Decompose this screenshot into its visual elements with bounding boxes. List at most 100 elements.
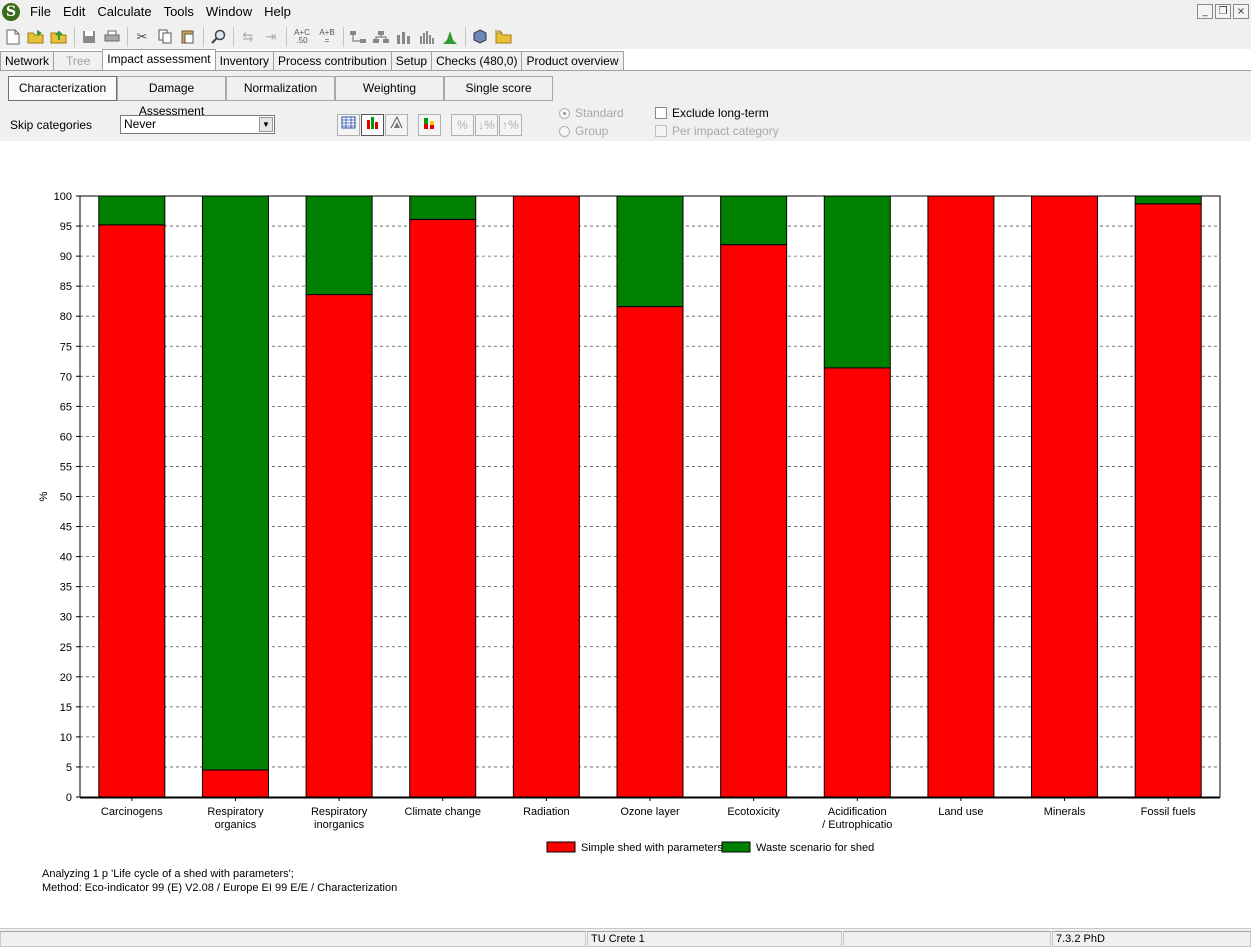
analyze-icon[interactable]: ⇥ xyxy=(260,26,282,48)
tab-impact-assessment[interactable]: Impact assessment xyxy=(102,49,216,71)
legend-label: Waste scenario for shed xyxy=(756,842,874,854)
x-tick-label: Fossil fuels xyxy=(1141,806,1197,818)
y-tick-label: 75 xyxy=(60,341,72,353)
radio-group-circle[interactable] xyxy=(559,125,570,137)
table-view-icon[interactable] xyxy=(337,114,360,136)
stacked-chart-icon[interactable] xyxy=(418,114,441,136)
menu-tools[interactable]: Tools xyxy=(158,0,200,24)
bar-simple-shed xyxy=(720,244,788,798)
percent-icon[interactable]: % xyxy=(451,114,474,136)
toolbar-separator xyxy=(233,26,234,47)
subtab-damage-assessment[interactable]: Damage Assessment xyxy=(117,76,226,118)
y-tick-label: 90 xyxy=(60,251,72,263)
menu-edit[interactable]: Edit xyxy=(57,0,91,24)
status-bar: TU Crete 1 7.3.2 PhD xyxy=(0,928,1251,947)
legend-label: Simple shed with parameters xyxy=(581,842,723,854)
y-tick-label: 50 xyxy=(60,492,72,504)
tab-setup[interactable]: Setup xyxy=(390,51,433,71)
y-tick-label: 40 xyxy=(60,552,72,564)
window-controls: _ ❐ × xyxy=(1197,4,1249,19)
y-tick-label: 30 xyxy=(60,612,72,624)
x-tick-label: Respiratory inorganics xyxy=(311,806,368,831)
bar-chart-view-icon[interactable] xyxy=(361,114,384,136)
y-tick-label: 35 xyxy=(60,582,72,594)
tab-checks[interactable]: Checks (480,0) xyxy=(431,51,523,71)
network-icon[interactable] xyxy=(347,26,369,48)
toolbar-separator xyxy=(74,26,75,47)
toolbar-separator xyxy=(286,26,287,47)
cut-icon[interactable]: ✂ xyxy=(131,26,153,48)
per-impact-category-checkbox[interactable] xyxy=(655,125,667,137)
bar-simple-shed xyxy=(305,294,373,798)
library-icon[interactable] xyxy=(469,26,491,48)
dropdown-arrow-icon[interactable]: ▼ xyxy=(259,117,273,132)
bar-simple-shed xyxy=(201,769,269,798)
subtab-characterization[interactable]: Characterization xyxy=(8,76,117,101)
per-impact-category-option[interactable]: Per impact category xyxy=(655,124,779,138)
assessment-subtabs: Characterization Damage Assessment Norma… xyxy=(8,76,553,118)
exclude-long-term-option[interactable]: Exclude long-term xyxy=(655,106,769,120)
minimize-button[interactable]: _ xyxy=(1197,4,1213,19)
y-tick-label: 55 xyxy=(60,461,72,473)
x-tick-label: Radiation xyxy=(523,806,569,818)
y-tick-label: 85 xyxy=(60,281,72,293)
menu-calculate[interactable]: Calculate xyxy=(91,0,157,24)
sort-view-icon[interactable] xyxy=(385,114,408,136)
status-cell-empty-2 xyxy=(843,931,1051,947)
folders-icon[interactable] xyxy=(492,26,514,48)
distribution-chart-icon[interactable] xyxy=(439,26,461,48)
x-tick-label: Carcinogens xyxy=(101,806,163,818)
export-icon[interactable] xyxy=(48,26,70,48)
new-file-icon[interactable] xyxy=(2,26,24,48)
status-user: TU Crete 1 xyxy=(587,931,842,947)
menu-help[interactable]: Help xyxy=(258,0,297,24)
exclude-long-term-checkbox[interactable] xyxy=(655,107,667,119)
x-tick-label: Climate change xyxy=(405,806,481,818)
tab-tree[interactable]: Tree xyxy=(53,51,104,71)
compare-formula-icon[interactable]: A+B = xyxy=(315,26,339,48)
sort-percent-asc-icon[interactable]: ↑% xyxy=(499,114,522,136)
characterization-chart: 0 5 10 15 20 25 30 35 40 45 50 55 60 65 70 75 80 85 90 95 10… xyxy=(38,191,1221,854)
tree-icon[interactable] xyxy=(370,26,392,48)
grouped-chart-icon[interactable] xyxy=(416,26,438,48)
paste-icon[interactable] xyxy=(177,26,199,48)
radio-group[interactable]: Group xyxy=(559,124,608,138)
compare-icon[interactable]: ⇆ xyxy=(237,26,259,48)
tab-process-contribution[interactable]: Process contribution xyxy=(272,51,392,71)
copy-icon[interactable] xyxy=(154,26,176,48)
print-icon[interactable] xyxy=(101,26,123,48)
bar-waste-scenario xyxy=(201,195,269,771)
save-icon[interactable] xyxy=(78,26,100,48)
calculate-formula-icon[interactable]: A+C .50 xyxy=(290,26,314,48)
tab-product-overview[interactable]: Product overview xyxy=(521,51,624,71)
method-description: Method: Eco-indicator 99 (E) V2.08 / Eur… xyxy=(42,882,398,894)
legend-swatch xyxy=(721,841,751,853)
restore-button[interactable]: ❐ xyxy=(1215,4,1231,19)
toolbar-separator xyxy=(465,26,466,47)
bar-simple-shed xyxy=(927,195,995,798)
toolbar-separator xyxy=(127,26,128,47)
subtab-single-score[interactable]: Single score xyxy=(444,76,553,101)
skip-categories-select[interactable]: Never ▼ xyxy=(120,115,275,134)
tab-inventory[interactable]: Inventory xyxy=(214,51,274,71)
bar-chart-icon[interactable] xyxy=(393,26,415,48)
subtab-weighting[interactable]: Weighting xyxy=(335,76,444,101)
bar-simple-shed xyxy=(512,195,580,798)
bar-simple-shed xyxy=(1134,203,1202,798)
close-button[interactable]: × xyxy=(1233,4,1249,19)
x-tick-label: Minerals xyxy=(1044,806,1086,818)
y-axis-label: % xyxy=(38,491,50,501)
radio-standard[interactable]: Standard xyxy=(559,106,624,120)
bar-simple-shed xyxy=(616,306,684,798)
x-tick-label: Respiratory organics xyxy=(207,806,264,831)
search-icon[interactable] xyxy=(207,26,229,48)
tab-network[interactable]: Network xyxy=(0,51,55,71)
menu-window[interactable]: Window xyxy=(200,0,258,24)
sort-percent-desc-icon[interactable]: ↓% xyxy=(475,114,498,136)
analysis-description: Analyzing 1 p 'Life cycle of a shed with… xyxy=(42,868,294,880)
radio-standard-circle[interactable] xyxy=(559,107,570,119)
menu-file[interactable]: File xyxy=(24,0,57,24)
open-folder-icon[interactable] xyxy=(25,26,47,48)
per-impact-category-label: Per impact category xyxy=(672,124,779,138)
subtab-normalization[interactable]: Normalization xyxy=(226,76,335,101)
